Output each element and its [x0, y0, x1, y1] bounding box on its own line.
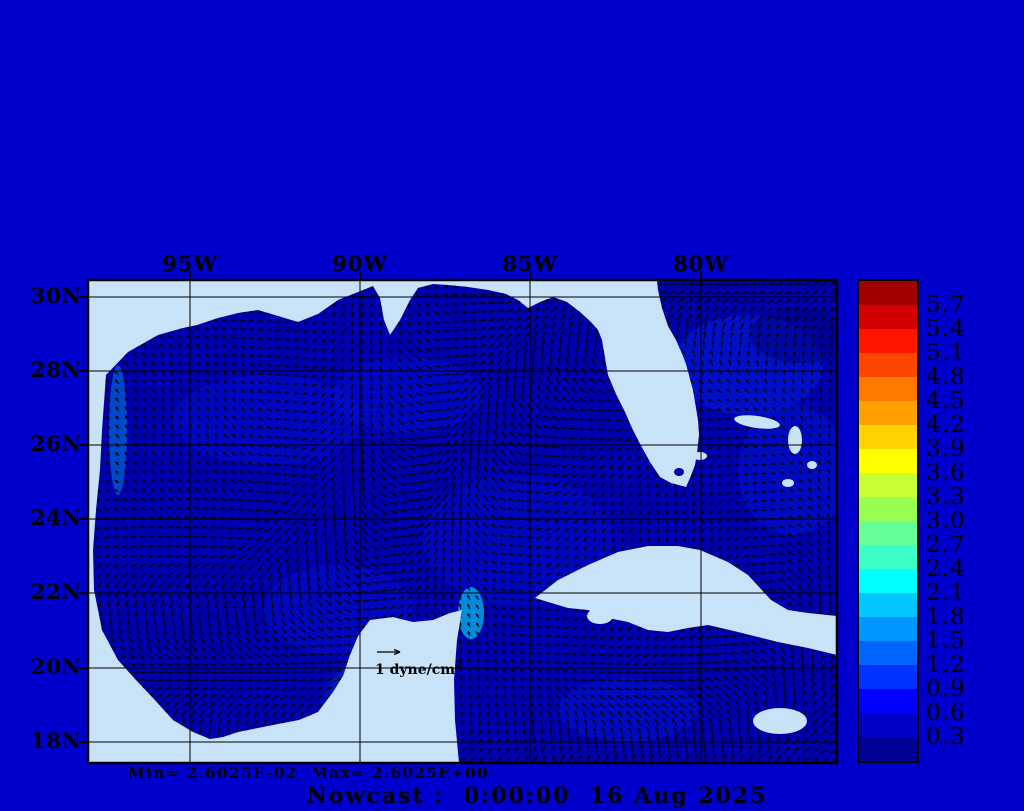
colorbar-tick-label: 1.2 [926, 652, 966, 678]
gulf-of-mexico-map: 1 dyne/cm2 [79, 271, 839, 765]
colorbar-tick-label: 0.6 [926, 700, 966, 726]
stress-patch [750, 307, 837, 363]
colorbar-segment [859, 713, 917, 737]
colorbar-segment [859, 305, 917, 329]
reference-vector-label: 1 dyne/cm2 [375, 660, 462, 678]
min-max-stats: Min= 2.6025E-02 Max= 2.6025E+00 [128, 764, 490, 782]
colorbar-tick-label: 5.4 [926, 316, 966, 342]
colorbar-tick-label: 2.1 [926, 580, 966, 606]
colorbar [857, 279, 919, 763]
colorbar-segment [859, 353, 917, 377]
colorbar-tick-label: 2.4 [926, 556, 966, 582]
plot-title: Nowcast : 0:00:00 16 Aug 2025 [306, 783, 768, 809]
y-tick-label: 20N [30, 654, 82, 679]
x-tick-label: 90W [332, 251, 388, 276]
colorbar-tick-label: 3.0 [926, 508, 966, 534]
map-plot-area: 1 dyne/cm2 [79, 271, 839, 765]
colorbar-segment [859, 593, 917, 617]
colorbar-segment [859, 521, 917, 545]
colorbar-segment [859, 401, 917, 425]
x-tick-label: 80W [673, 251, 729, 276]
colorbar-tick-label: 4.2 [926, 412, 966, 438]
colorbar-tick-label: 1.5 [926, 628, 966, 654]
x-tick-label: 85W [502, 251, 558, 276]
colorbar-tick-label: 3.6 [926, 460, 966, 486]
colorbar-segment [859, 281, 917, 305]
jamaica-island [753, 708, 807, 734]
yucatan-stress-patch [458, 587, 484, 639]
isla-juventud-island [587, 608, 613, 624]
colorbar-segment [859, 545, 917, 569]
colorbar-tick-label: 3.9 [926, 436, 966, 462]
bahama-island [788, 426, 802, 454]
colorbar-segment [859, 689, 917, 713]
bahama-island [782, 479, 794, 487]
y-tick-label: 18N [30, 728, 82, 753]
colorbar-segment [859, 473, 917, 497]
texas-coast-stress-patch [109, 365, 127, 495]
colorbar-tick-label: 1.8 [926, 604, 966, 630]
colorbar-tick-label: 0.3 [926, 724, 966, 750]
bahama-island [693, 452, 707, 460]
colorbar-tick-label: 0.9 [926, 676, 966, 702]
lake-okeechobee [674, 468, 684, 476]
colorbar-segment [859, 665, 917, 689]
colorbar-segment [859, 497, 917, 521]
colorbar-segment [859, 329, 917, 353]
colorbar-tick-label: 5.1 [926, 340, 966, 366]
colorbar-tick-label: 4.5 [926, 388, 966, 414]
y-tick-label: 24N [30, 505, 82, 530]
colorbar-tick-label: 2.7 [926, 532, 966, 558]
colorbar-segment [859, 641, 917, 665]
colorbar-segment [859, 569, 917, 593]
y-tick-label: 22N [30, 579, 82, 604]
y-tick-label: 28N [30, 357, 82, 382]
y-tick-label: 26N [30, 431, 82, 456]
colorbar-tick-label: 4.8 [926, 364, 966, 390]
colorbar-segment [859, 425, 917, 449]
colorbar-tick-label: 5.7 [926, 292, 966, 318]
colorbar-segment [859, 617, 917, 641]
colorbar-segment [859, 737, 917, 761]
x-tick-label: 95W [162, 251, 218, 276]
bahama-island [807, 461, 817, 469]
colorbar-tick-label: 3.3 [926, 484, 966, 510]
plot-canvas: 1 dyne/cm2 95W 90W 85W 80W 30N 28N 26N 24N 22N 2… [0, 0, 1024, 811]
stress-patch [333, 357, 483, 433]
colorbar-segment [859, 377, 917, 401]
y-tick-label: 30N [30, 283, 82, 308]
colorbar-segment [859, 449, 917, 473]
